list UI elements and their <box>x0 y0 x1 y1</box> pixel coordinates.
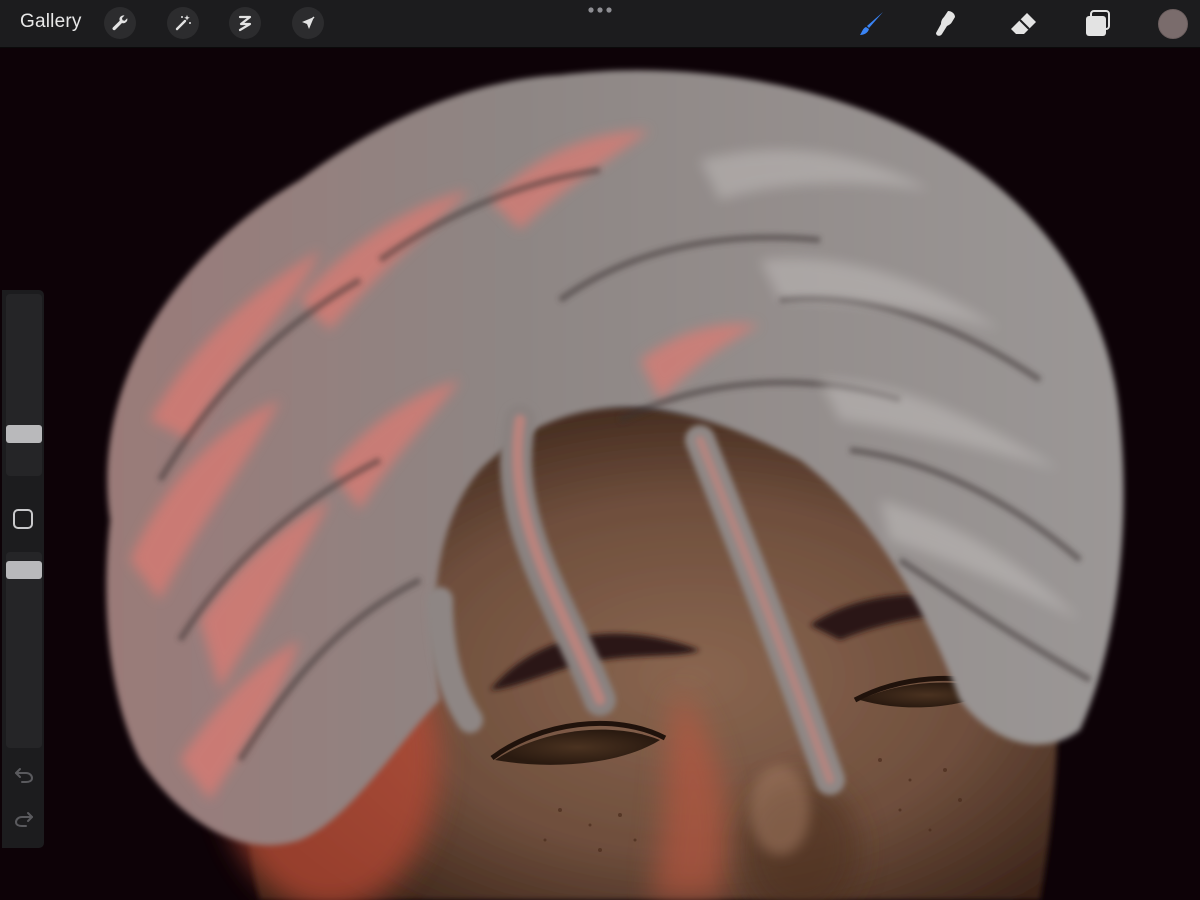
undo-icon[interactable] <box>13 764 35 786</box>
gallery-button[interactable]: Gallery <box>20 11 82 33</box>
drawing-canvas[interactable] <box>0 0 1200 900</box>
selection-button[interactable] <box>229 7 261 39</box>
adjustments-button[interactable] <box>167 7 199 39</box>
nose-highlight <box>750 765 810 855</box>
more-dots-icon[interactable] <box>587 3 613 17</box>
arrow-cursor-icon <box>302 16 315 29</box>
top-toolbar: Gallery <box>0 0 1200 48</box>
layers-button[interactable] <box>1082 8 1114 40</box>
brush-size-thumb[interactable] <box>6 425 42 443</box>
smudge-tool-button[interactable] <box>930 8 962 40</box>
procreate-app: Gallery <box>0 0 1200 900</box>
color-picker-button[interactable] <box>1158 9 1188 39</box>
modify-button[interactable] <box>13 509 33 529</box>
transform-button[interactable] <box>292 7 324 39</box>
brush-size-slider[interactable] <box>6 294 42 476</box>
redo-icon[interactable] <box>13 808 35 830</box>
magic-wand-icon <box>175 15 191 31</box>
opacity-slider[interactable] <box>6 552 42 748</box>
selection-icon <box>238 15 252 32</box>
eraser-icon <box>1011 13 1036 34</box>
smudge-icon <box>936 11 955 36</box>
paint-tool-button[interactable] <box>857 8 889 40</box>
left-sidebar <box>2 290 44 848</box>
layers-icon <box>1086 10 1110 36</box>
actions-button[interactable] <box>104 7 136 39</box>
wrench-icon <box>112 15 128 31</box>
artwork <box>106 70 1124 900</box>
brush-icon <box>860 12 883 35</box>
opacity-thumb[interactable] <box>6 561 42 579</box>
eraser-tool-button[interactable] <box>1008 8 1040 40</box>
